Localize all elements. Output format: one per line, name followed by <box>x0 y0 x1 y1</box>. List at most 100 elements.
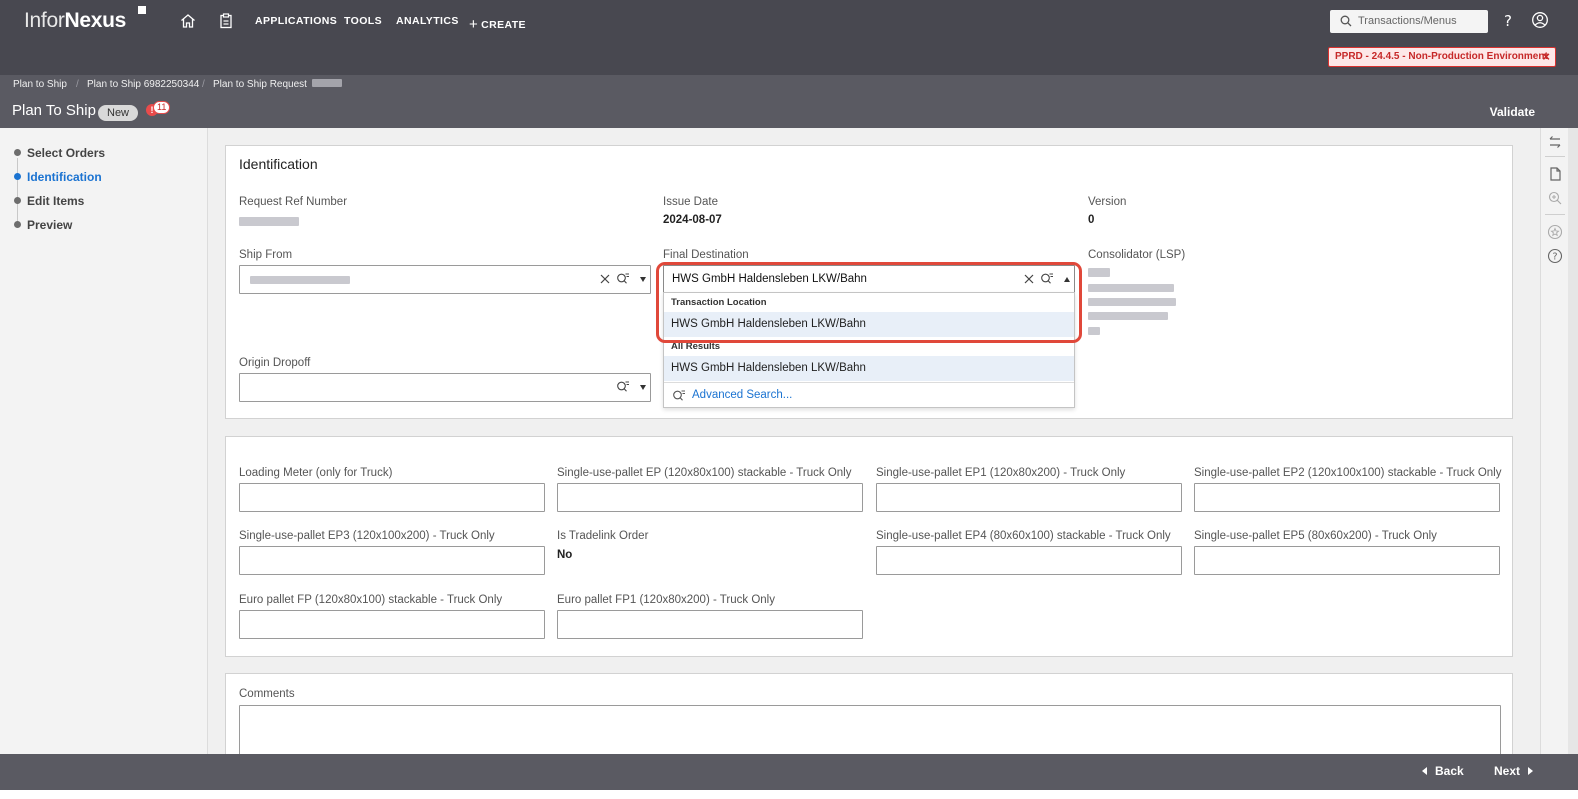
top-bar: InforNexus APPLICATIONS TOOLS ANALYTICS … <box>0 0 1578 75</box>
step-preview[interactable]: Preview <box>14 218 72 232</box>
advanced-search-icon <box>673 390 685 401</box>
step-dot <box>14 173 21 180</box>
ship-from-label: Ship From <box>239 249 293 261</box>
wizard-footer: Back Next <box>0 754 1578 790</box>
ep2-input[interactable] <box>1194 483 1500 512</box>
close-banner-icon[interactable]: × <box>1542 48 1550 65</box>
nav-tools[interactable]: TOOLS <box>344 15 382 27</box>
fp-input[interactable] <box>239 610 545 639</box>
document-icon[interactable] <box>1547 166 1563 182</box>
fp1-input[interactable] <box>557 610 863 639</box>
step-edit-items[interactable]: Edit Items <box>14 194 84 208</box>
zoom-in-icon[interactable] <box>1547 190 1563 206</box>
wizard-steps: Select Orders Identification Edit Items … <box>0 128 208 754</box>
status-bar <box>0 790 1578 799</box>
clipboard-icon[interactable] <box>217 12 235 30</box>
swap-arrows-icon[interactable] <box>1547 134 1563 150</box>
chevron-right-icon <box>1528 767 1534 775</box>
final-destination-field[interactable]: HWS GmbH Haldensleben LKW/Bahn <box>663 265 1075 294</box>
step-dot <box>14 149 21 156</box>
comments-label: Comments <box>239 688 295 700</box>
right-toolbar: ? <box>1540 128 1568 754</box>
next-button[interactable]: Next <box>1494 764 1534 778</box>
ep5-input[interactable] <box>1194 546 1500 575</box>
rail-divider <box>1545 156 1565 157</box>
ep3-input[interactable] <box>239 546 545 575</box>
help-icon[interactable]: ? <box>1499 12 1517 30</box>
user-avatar-icon[interactable] <box>1531 11 1549 29</box>
ship-from-field[interactable] <box>239 265 651 294</box>
step-select-orders[interactable]: Select Orders <box>14 146 105 160</box>
version-value: 0 <box>1088 214 1095 226</box>
favorite-star-icon[interactable] <box>1547 224 1563 240</box>
help-circle-icon[interactable]: ? <box>1547 248 1563 264</box>
consolidator-value-redacted <box>1088 327 1100 335</box>
final-destination-label: Final Destination <box>663 249 749 261</box>
rail-divider <box>1545 214 1565 215</box>
consolidator-value-redacted <box>1088 312 1168 320</box>
breadcrumb-plan-to-ship-id[interactable]: Plan to Ship 6982250344 <box>87 79 199 90</box>
svg-text:?: ? <box>1552 252 1557 263</box>
validate-button[interactable]: Validate <box>1490 105 1535 119</box>
step-dot <box>14 197 21 204</box>
consolidator-value-redacted <box>1088 298 1176 306</box>
loading-meter-input[interactable] <box>239 483 545 512</box>
dropdown-group-transaction-location: Transaction Location <box>671 297 767 308</box>
consolidator-value-redacted <box>1088 284 1174 292</box>
request-ref-value-redacted <box>239 217 299 226</box>
ep1-input[interactable] <box>876 483 1182 512</box>
chevron-down-icon[interactable] <box>640 385 646 390</box>
fp-label: Euro pallet FP (120x80x100) stackable - … <box>239 594 503 606</box>
chevron-up-icon[interactable] <box>1064 277 1070 282</box>
chevron-left-icon <box>1422 767 1427 775</box>
svg-text:?: ? <box>1504 12 1512 30</box>
final-destination-value: HWS GmbH Haldensleben LKW/Bahn <box>672 273 867 285</box>
ep4-input[interactable] <box>876 546 1182 575</box>
ep3-label: Single-use-pallet EP3 (120x100x200) - Tr… <box>239 530 495 542</box>
clear-icon[interactable] <box>1022 272 1036 286</box>
page-header: Plan to Ship / Plan to Ship 6982250344 /… <box>0 75 1578 128</box>
home-icon[interactable] <box>179 12 197 30</box>
advanced-search-link[interactable]: Advanced Search... <box>664 382 1074 407</box>
version-label: Version <box>1088 196 1127 208</box>
issue-date-label: Issue Date <box>663 196 718 208</box>
consolidator-value-redacted <box>1088 268 1110 277</box>
logo-square-icon <box>138 6 146 14</box>
nav-create[interactable]: + CREATE <box>469 15 526 33</box>
page-scrollbar[interactable] <box>1568 128 1578 754</box>
ep1-label: Single-use-pallet EP1 (120x80x200) - Tru… <box>876 467 1126 479</box>
pallets-panel: Loading Meter (only for Truck) Single-us… <box>225 436 1513 657</box>
infor-nexus-logo[interactable]: InforNexus <box>24 9 126 33</box>
plus-icon: + <box>469 16 479 33</box>
dropdown-option[interactable]: HWS GmbH Haldensleben LKW/Bahn <box>664 312 1074 337</box>
dropdown-group-all-results: All Results <box>671 341 721 352</box>
chevron-down-icon[interactable] <box>640 277 646 282</box>
alert-count-badge[interactable]: 11 <box>153 101 171 114</box>
final-destination-dropdown: Transaction Location HWS GmbH Haldensleb… <box>663 292 1075 408</box>
lookup-search-icon[interactable] <box>616 272 630 286</box>
breadcrumb-request: Plan to Ship Request <box>213 79 342 90</box>
search-input[interactable]: Transactions/Menus <box>1330 10 1488 33</box>
ep-input[interactable] <box>557 483 863 512</box>
search-placeholder: Transactions/Menus <box>1358 15 1457 27</box>
fp1-label: Euro pallet FP1 (120x80x200) - Truck Onl… <box>557 594 775 606</box>
ship-from-value-redacted <box>250 276 350 284</box>
ep4-label: Single-use-pallet EP4 (80x60x100) stacka… <box>876 530 1171 542</box>
ep2-label: Single-use-pallet EP2 (120x100x100) stac… <box>1194 467 1502 479</box>
ep5-label: Single-use-pallet EP5 (80x60x200) - Truc… <box>1194 530 1437 542</box>
tradelink-value: No <box>557 549 573 561</box>
nav-analytics[interactable]: ANALYTICS <box>396 15 459 27</box>
nav-applications[interactable]: APPLICATIONS <box>255 15 337 27</box>
lookup-search-icon[interactable] <box>616 380 630 394</box>
lookup-search-icon[interactable] <box>1040 272 1054 286</box>
step-identification[interactable]: Identification <box>14 170 102 184</box>
back-button[interactable]: Back <box>1422 764 1464 778</box>
origin-dropoff-field[interactable] <box>239 373 651 402</box>
breadcrumb-plan-to-ship[interactable]: Plan to Ship <box>13 79 67 90</box>
clear-icon[interactable] <box>598 272 612 286</box>
page-title: Plan To Ship <box>12 102 96 119</box>
search-icon <box>1340 15 1352 27</box>
dropdown-option[interactable]: HWS GmbH Haldensleben LKW/Bahn <box>664 356 1074 381</box>
issue-date-value: 2024-08-07 <box>663 214 722 226</box>
tradelink-label: Is Tradelink Order <box>557 530 649 542</box>
